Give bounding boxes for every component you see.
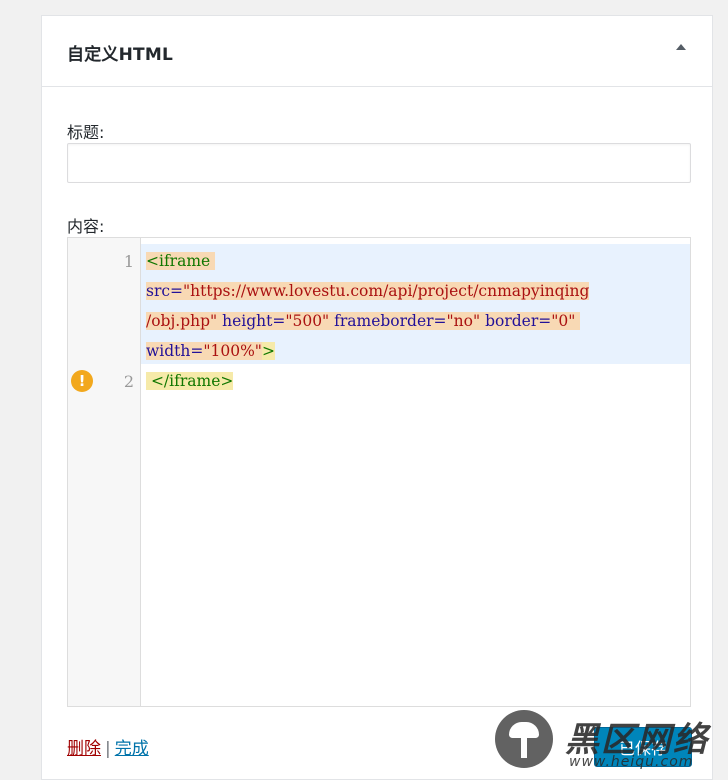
code-token: "0" [551,312,576,330]
title-label: 标题: [67,123,105,142]
code-token: border= [485,312,552,330]
custom-html-widget: 自定义HTML 标题: 内容: 1 ! 2 <iframe src="https… [41,15,713,780]
triangle-up-icon[interactable] [676,44,686,50]
code-token: width= [146,342,204,360]
code-token: "100%" [203,342,262,360]
line-number: 1 [123,252,134,271]
exclamation-circle-icon: ! [71,370,93,392]
save-button[interactable]: 已保存 [594,727,692,767]
code-token: "no" [446,312,481,330]
code-line[interactable]: /obj.php" height="500" frameborder="no" … [146,306,581,336]
code-line[interactable]: width="100%"> [146,336,275,366]
code-token: src= [146,282,184,300]
widget-title: 自定义HTML [67,45,173,65]
title-input[interactable] [67,143,691,183]
delete-link[interactable]: 删除 [67,739,101,759]
code-line[interactable]: </iframe> [146,366,234,396]
widget-actions: 删除 | 完成 [67,734,149,759]
code-line[interactable]: src="https://www.lovestu.com/api/project… [146,276,590,306]
code-token: </iframe> [150,372,234,390]
code-token: frameborder= [334,312,447,330]
editor-gutter: 1 ! 2 [68,238,141,706]
widget-header[interactable]: 自定义HTML [42,16,712,87]
line-number: 2 [123,372,134,391]
code-token: height= [222,312,286,330]
code-editor[interactable]: 1 ! 2 <iframe src="https://www.lovestu.c… [67,237,691,707]
admin-sidebar-edge [0,0,24,780]
code-token: > [261,342,275,360]
code-token: "https://www.lovestu.com/api/project/cnm… [183,282,590,300]
code-token: <iframe [146,252,211,270]
separator: | [105,739,111,759]
done-link[interactable]: 完成 [115,739,149,759]
code-line[interactable]: <iframe [146,246,216,276]
content-label: 内容: [67,217,105,236]
code-token: "500" [285,312,330,330]
code-token: /obj.php" [146,312,218,330]
